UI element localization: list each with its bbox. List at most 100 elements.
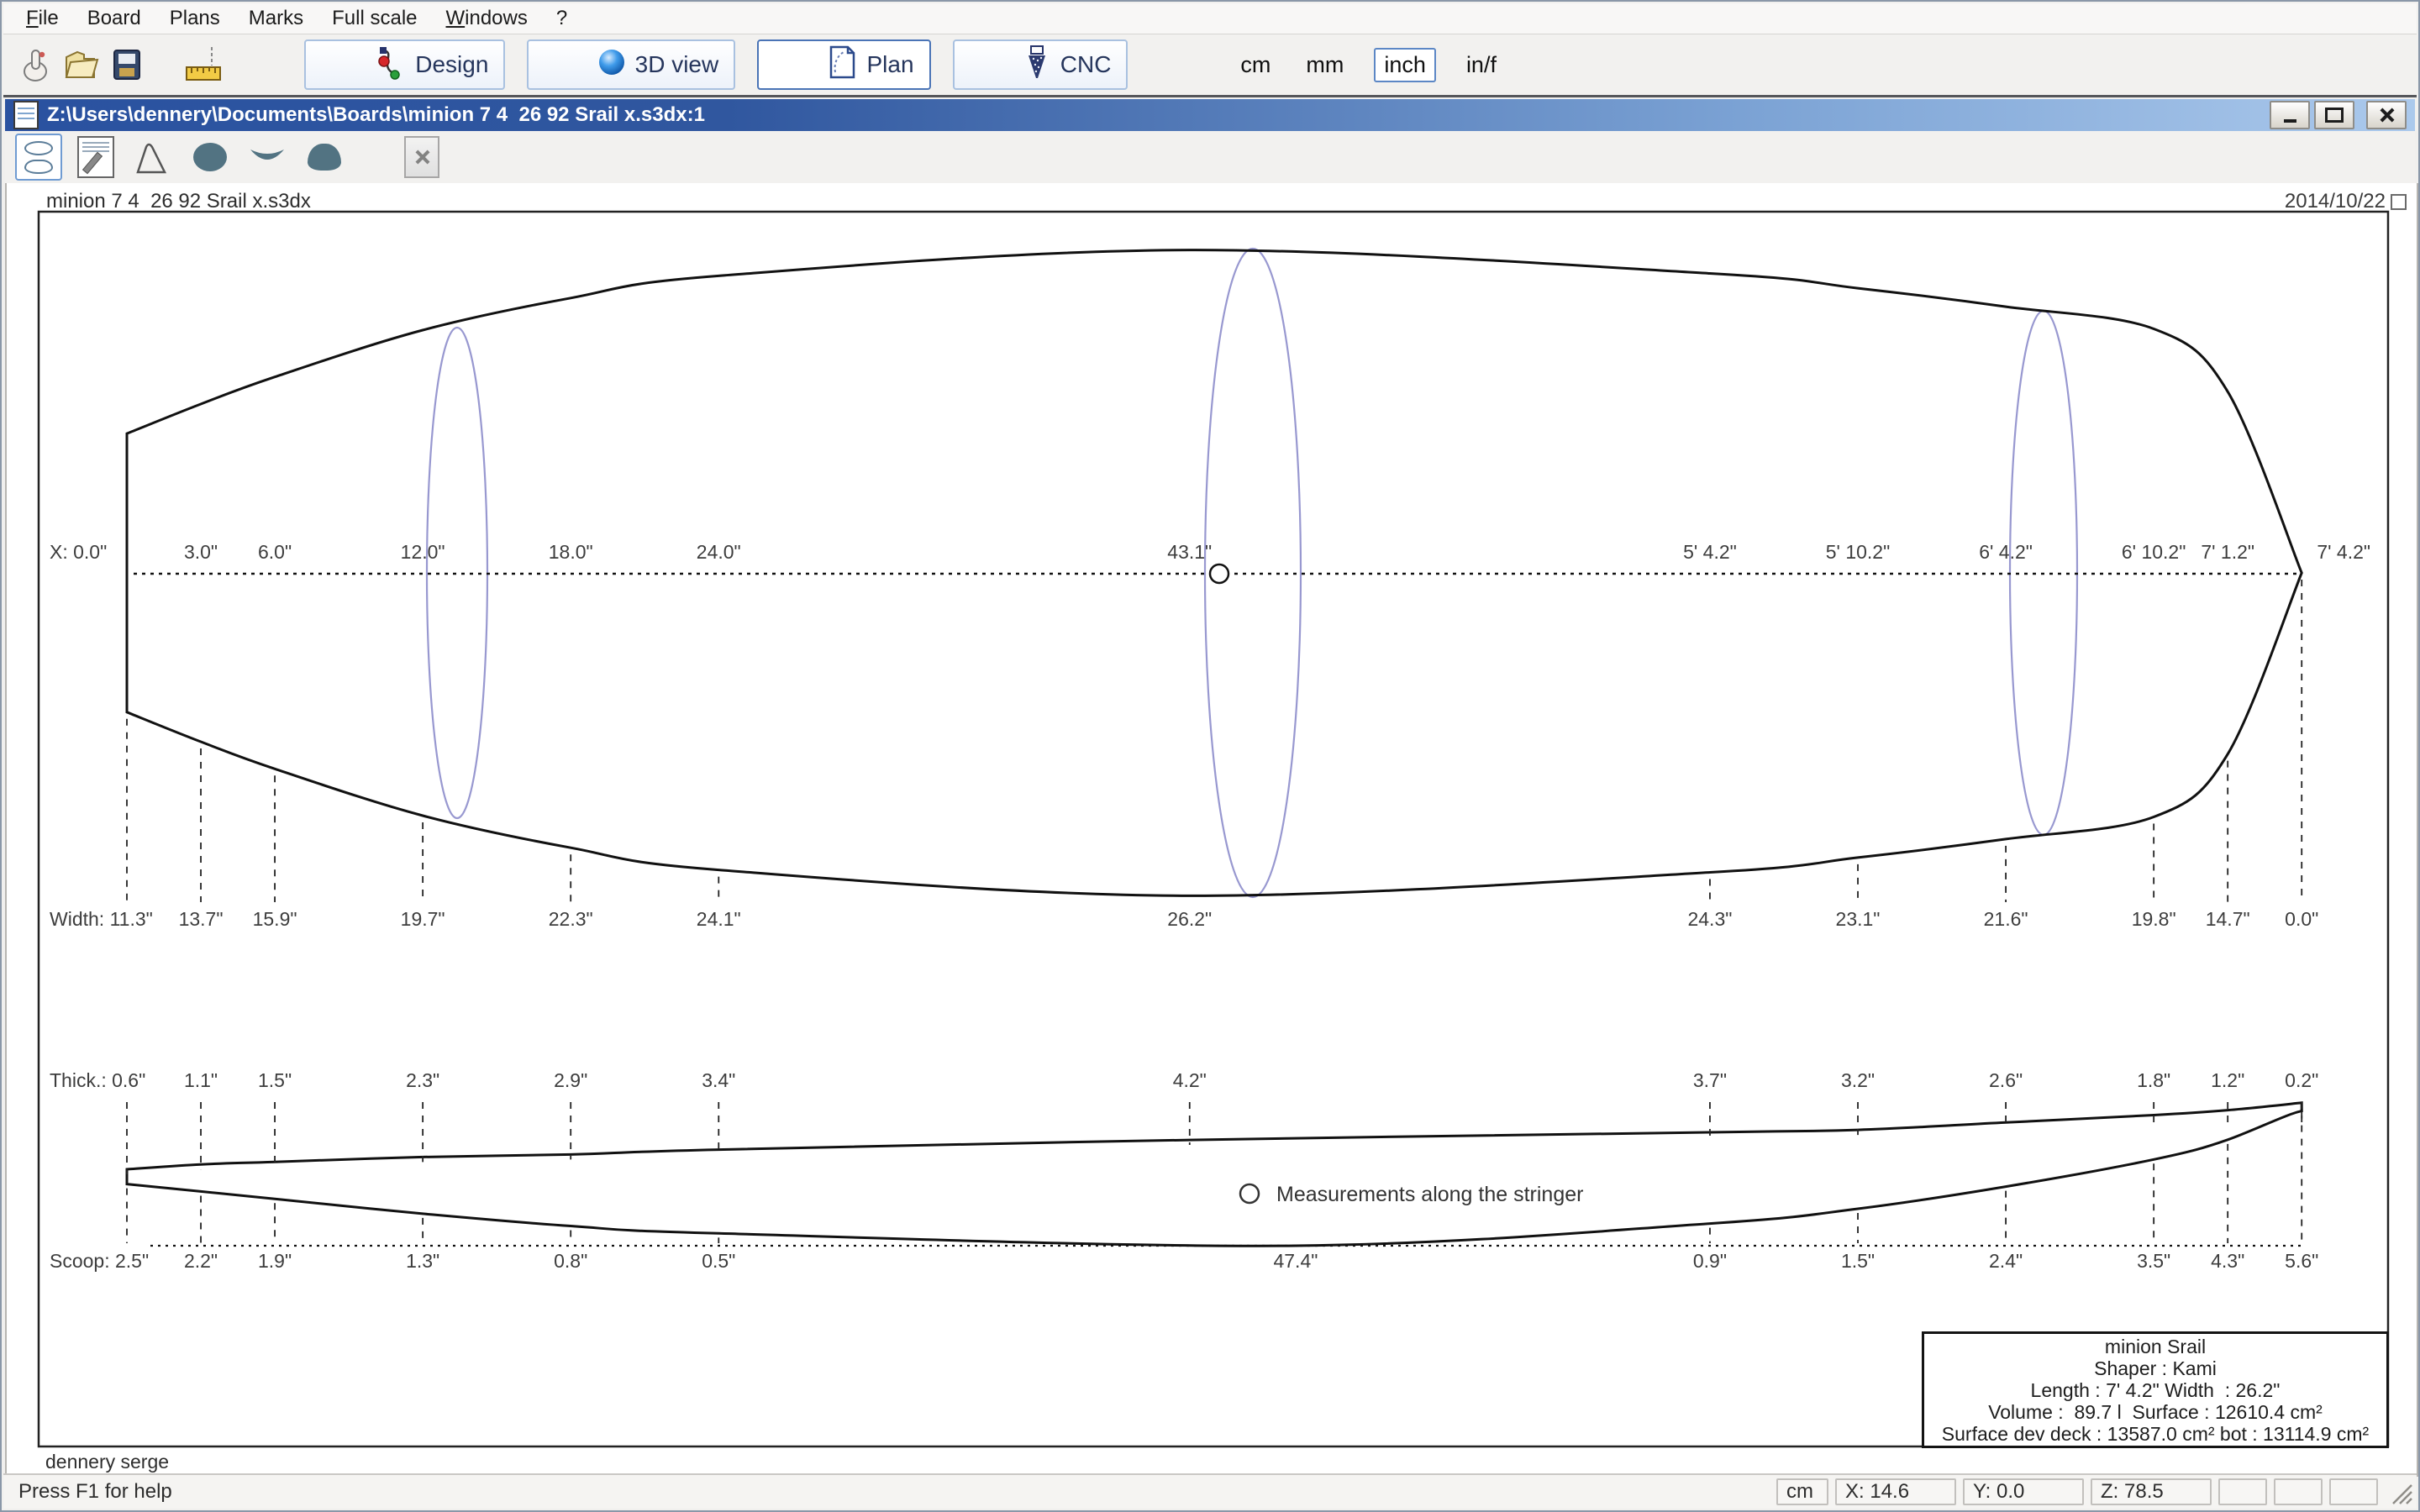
- unit-inch[interactable]: inch: [1374, 48, 1436, 82]
- status-bar: Press F1 for help cm X: 14.6 Y: 0.0 Z: 7…: [3, 1473, 2417, 1509]
- document-title-bar[interactable]: Z:\Users\dennery\Documents\Boards\minion…: [5, 99, 2415, 131]
- center-marker: [1210, 564, 1228, 583]
- slice-disc-icon[interactable]: [187, 134, 234, 181]
- menu-item-file[interactable]: File: [12, 5, 73, 32]
- canvas-date: 2014/10/22: [2285, 190, 2386, 213]
- scoop-measurement-label: 1.9": [258, 1250, 292, 1272]
- scoop-measurement-label: 0.9": [1693, 1250, 1727, 1272]
- width-measurement-label: 26.2": [1167, 908, 1212, 930]
- view-toolbar: [5, 131, 2415, 183]
- outline-view-icon[interactable]: [15, 134, 62, 181]
- minimize-button[interactable]: [2270, 101, 2310, 129]
- x-measurement-label: 7' 1.2": [2201, 541, 2254, 563]
- x-measurement-label: 24.0": [697, 541, 741, 563]
- design-button[interactable]: Design: [304, 39, 505, 90]
- maximize-icon: [2325, 108, 2344, 123]
- status-help-text: Press F1 for help: [18, 1480, 172, 1504]
- info-shaper: Shaper : Kami: [2094, 1357, 2217, 1379]
- unit-inf[interactable]: in/f: [1461, 50, 1502, 81]
- status-z-coordinate: Z: 78.5: [2091, 1478, 2212, 1505]
- design-button-label: Design: [415, 51, 488, 78]
- x-measurement-label: 6.0": [258, 541, 292, 563]
- status-x-coordinate: X: 14.6: [1835, 1478, 1956, 1505]
- x-measurement-label: 3.0": [184, 541, 218, 563]
- thick-measurement-label: 1.8": [2137, 1069, 2170, 1091]
- scoop-measurement-label: 5.6": [2285, 1250, 2318, 1272]
- menu-item-windows[interactable]: Windows: [432, 5, 542, 32]
- 3d-view-button[interactable]: 3D view: [527, 39, 735, 90]
- document-icon: [13, 101, 39, 129]
- thick-measurement-label: 1.2": [2211, 1069, 2244, 1091]
- width-measurement-label: 22.3": [549, 908, 593, 930]
- info-length-width: Length : 7' 4.2" Width : 26.2": [2031, 1379, 2281, 1401]
- open-folder-icon[interactable]: [59, 40, 104, 89]
- thick-measurement-label: 2.9": [554, 1069, 587, 1091]
- menu-item-plans[interactable]: Plans: [155, 5, 234, 32]
- canvas-file-label: minion 7 4 26 92 Srail x.s3dx: [46, 190, 311, 213]
- x-measurement-label: 18.0": [549, 541, 593, 563]
- thick-measurement-label: Thick.: 0.6": [50, 1069, 145, 1091]
- status-panel-empty: [2218, 1478, 2267, 1505]
- drawing-canvas[interactable]: minion 7 4 26 92 Srail x.s3dx 2014/10/22…: [5, 183, 2418, 1477]
- date-marker-icon: [2391, 194, 2407, 210]
- x-measurement-label: 6' 4.2": [1979, 541, 2033, 563]
- x-measurement-label: X: 0.0": [50, 541, 107, 563]
- spec-sheet-icon[interactable]: [72, 134, 119, 181]
- x-measurement-label: 5' 10.2": [1826, 541, 1891, 563]
- legend-circle-icon: [1240, 1184, 1259, 1203]
- width-measurement-label: 15.9": [253, 908, 297, 930]
- scoop-measurement-label: 4.3": [2211, 1250, 2244, 1272]
- cnc-button[interactable]: CNC: [953, 39, 1128, 90]
- unit-toggle-group: cm mm inch in/f: [1235, 48, 1502, 82]
- minimize-icon: [2284, 119, 2296, 123]
- slice-rail-icon[interactable]: [301, 134, 348, 181]
- thick-measurement-label: 2.3": [406, 1069, 439, 1091]
- scoop-measurement-label: Scoop: 2.5": [50, 1250, 149, 1272]
- thick-measurement-label: 1.1": [184, 1069, 218, 1091]
- export-grayed-icon[interactable]: [398, 134, 445, 181]
- window-controls: [2270, 101, 2407, 129]
- document-title: Z:\Users\dennery\Documents\Boards\minion…: [47, 103, 705, 127]
- stringer-legend-label: Measurements along the stringer: [1276, 1183, 1583, 1206]
- scoop-measurement-label: 2.2": [184, 1250, 218, 1272]
- plan-button[interactable]: Plan: [757, 39, 930, 90]
- scoop-measurement-label: 3.5": [2137, 1250, 2170, 1272]
- pointer-hand-icon[interactable]: [13, 40, 59, 89]
- board-info-box: minion Srail Shaper : Kami Length : 7' 4…: [1922, 1331, 2389, 1448]
- scoop-measurement-label: 1.5": [1841, 1250, 1875, 1272]
- canvas-date-row: 2014/10/22: [2154, 190, 2407, 213]
- x-measurement-label: 5' 4.2": [1683, 541, 1737, 563]
- profile-curve-icon[interactable]: [129, 134, 176, 181]
- info-board-name: minion Srail: [2105, 1336, 2206, 1357]
- save-book-icon[interactable]: [104, 40, 150, 89]
- board-outline-profile: [127, 1103, 2302, 1246]
- menu-item-board[interactable]: Board: [73, 5, 155, 32]
- close-icon: [2379, 108, 2394, 123]
- width-measurement-label: 21.6": [1984, 908, 2028, 930]
- x-measurement-label: 6' 10.2": [2122, 541, 2186, 563]
- thick-measurement-label: 3.2": [1841, 1069, 1875, 1091]
- width-measurement-label: 23.1": [1836, 908, 1881, 930]
- sphere-3d-icon: [544, 20, 626, 110]
- status-y-coordinate: Y: 0.0: [1963, 1478, 2084, 1505]
- slice-bottom-icon[interactable]: [244, 134, 291, 181]
- plan-button-label: Plan: [866, 51, 913, 78]
- scoop-measurement-label: 0.5": [702, 1250, 735, 1272]
- thick-measurement-label: 0.2": [2285, 1069, 2318, 1091]
- close-button[interactable]: [2366, 101, 2407, 129]
- resize-grip[interactable]: [2390, 1482, 2413, 1505]
- measure-ruler-icon[interactable]: [182, 40, 227, 89]
- scoop-measurement-label: 0.8": [554, 1250, 587, 1272]
- unit-mm[interactable]: mm: [1301, 50, 1349, 81]
- scoop-measurement-label: 47.4": [1273, 1250, 1318, 1272]
- menu-item-marks[interactable]: Marks: [234, 5, 318, 32]
- width-measurement-label: 14.7": [2206, 908, 2250, 930]
- x-measurement-label: 43.1": [1167, 541, 1212, 563]
- maximize-button[interactable]: [2314, 101, 2354, 129]
- unit-cm[interactable]: cm: [1235, 50, 1276, 81]
- cnc-button-label: CNC: [1060, 51, 1112, 78]
- thick-measurement-label: 1.5": [258, 1069, 292, 1091]
- width-measurement-label: 24.1": [697, 908, 741, 930]
- width-measurement-label: Width: 11.3": [50, 908, 153, 930]
- main-toolbar: Design 3D view: [3, 34, 2417, 97]
